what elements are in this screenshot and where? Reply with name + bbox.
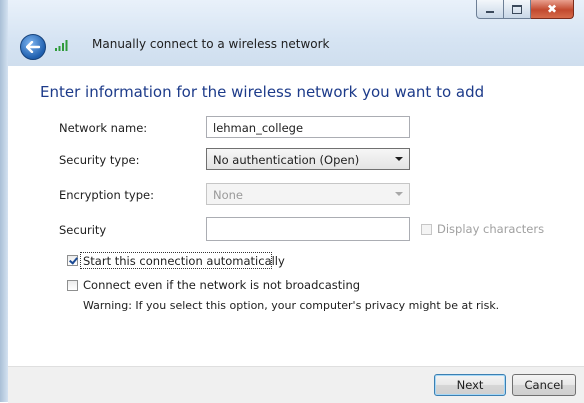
content-area (8, 66, 584, 366)
close-button[interactable]: ✖ (531, 0, 574, 19)
back-arrow-icon (26, 41, 40, 53)
wizard-title: Manually connect to a wireless network (92, 37, 330, 51)
minimize-button[interactable] (476, 0, 504, 19)
privacy-warning-text: Warning: If you select this option, your… (83, 299, 500, 312)
back-button[interactable] (20, 34, 46, 60)
connect-even-if-not-broadcasting-label[interactable]: Connect even if the network is not broad… (83, 278, 360, 292)
display-characters-label: Display characters (437, 222, 545, 236)
next-button[interactable]: Next (434, 374, 506, 396)
cancel-button[interactable]: Cancel (512, 374, 576, 396)
chevron-down-icon (395, 157, 403, 161)
security-type-select[interactable]: No authentication (Open) (206, 148, 410, 170)
start-automatically-checkbox[interactable] (67, 255, 78, 266)
display-characters-checkbox[interactable] (421, 224, 432, 235)
security-key-input[interactable] (206, 217, 410, 241)
security-type-label: Security type: (59, 153, 140, 167)
wireless-signal-icon (55, 40, 68, 51)
window-left-edge (0, 0, 8, 402)
start-automatically-label[interactable]: Start this connection automatically (83, 254, 285, 268)
minimize-icon (486, 11, 494, 13)
chevron-down-icon (395, 192, 403, 196)
network-name-input[interactable]: lehman_college (206, 116, 410, 138)
encryption-type-label: Encryption type: (59, 188, 154, 202)
wizard-window: ✖ Manually connect to a wireless network… (0, 0, 584, 403)
security-key-label: Security (59, 223, 107, 237)
encryption-type-value: None (213, 188, 244, 202)
encryption-type-select[interactable]: None (206, 183, 410, 205)
page-heading: Enter information for the wireless netwo… (40, 83, 485, 101)
connect-even-if-not-broadcasting-checkbox[interactable] (67, 280, 78, 291)
network-name-label: Network name: (59, 121, 148, 135)
window-controls: ✖ (476, 0, 574, 19)
maximize-icon (512, 4, 522, 14)
close-icon: ✖ (546, 2, 558, 16)
security-type-value: No authentication (Open) (213, 153, 360, 167)
maximize-button[interactable] (504, 0, 531, 19)
